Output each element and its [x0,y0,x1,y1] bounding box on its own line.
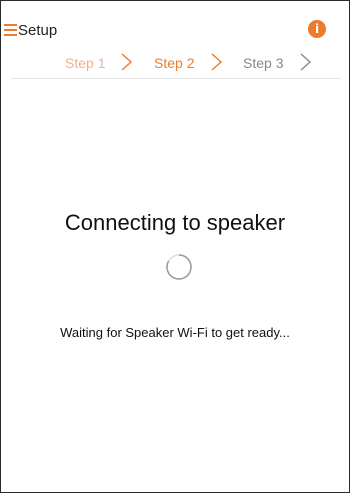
chevron-right-icon [120,52,134,72]
hamburger-menu-icon[interactable] [4,24,17,36]
chevron-right-icon [210,52,224,72]
header-bar: Setup i [1,1,349,45]
step-3-label: Step 3 [243,55,284,71]
step-progress: Step 1 Step 2 Step 3 [1,49,349,77]
step-1-label: Step 1 [65,55,106,71]
chevron-right-icon [299,52,313,72]
app-window: Setup i Step 1 Step 2 Step 3 Connecting … [0,0,350,493]
connecting-heading: Connecting to speaker [64,210,286,235]
info-icon[interactable]: i [308,20,326,38]
status-message: Waiting for Speaker Wi-Fi to get ready..… [60,325,290,340]
page-title: Setup [18,22,58,39]
loading-spinner-icon [165,253,193,281]
step-2-label: Step 2 [154,55,195,71]
header-divider [11,78,341,79]
